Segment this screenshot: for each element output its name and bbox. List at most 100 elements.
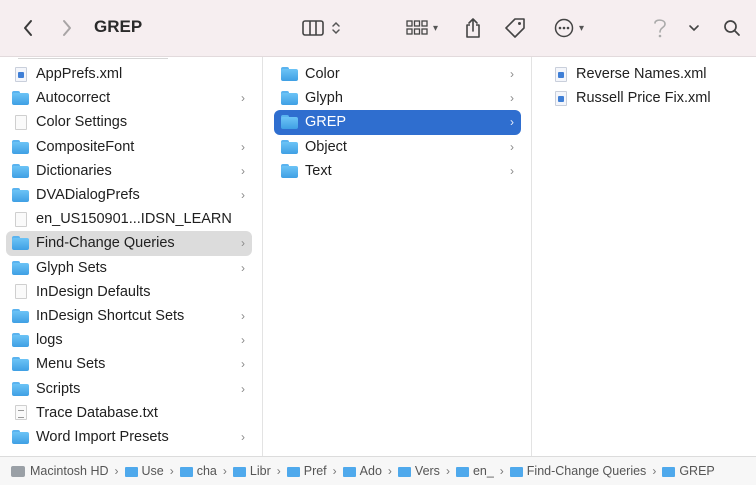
chevron-right-icon: › [241, 188, 245, 203]
path-crumb[interactable]: Use › [124, 464, 180, 478]
column-view-icon [302, 20, 324, 36]
share-button[interactable] [460, 14, 486, 42]
path-separator-icon: › [332, 464, 337, 478]
chevron-right-icon: › [241, 381, 245, 396]
list-item[interactable]: AppPrefs.xml [6, 62, 252, 86]
chevron-right-icon [63, 20, 71, 36]
xml-file-icon [555, 90, 567, 106]
folder-icon [12, 91, 29, 106]
list-item[interactable]: Dictionaries › [6, 159, 252, 183]
list-item[interactable]: Word Import Presets › [6, 425, 252, 449]
chevron-right-icon: › [510, 163, 514, 178]
list-item[interactable]: Trace Database.txt [6, 401, 252, 425]
list-item[interactable]: Glyph Sets › [6, 256, 252, 280]
path-crumb[interactable]: Vers › [397, 464, 456, 478]
list-item-selected[interactable]: Find-Change Queries › [6, 231, 252, 256]
path-crumb[interactable]: Libr › [232, 464, 287, 478]
folder-icon [281, 163, 298, 178]
chevron-right-icon: › [241, 236, 245, 251]
forward-button[interactable] [54, 14, 80, 42]
group-button[interactable]: ▾ [400, 14, 444, 42]
path-separator-icon: › [652, 464, 657, 478]
folder-icon [12, 308, 29, 323]
list-item[interactable]: Russell Price Fix.xml [546, 86, 748, 110]
folder-icon [232, 466, 246, 477]
folder-icon [12, 139, 29, 154]
list-item[interactable]: InDesign Shortcut Sets › [6, 304, 252, 328]
path-separator-icon: › [222, 464, 227, 478]
chevron-down-icon: ▾ [578, 22, 585, 34]
list-item[interactable]: Scripts › [6, 376, 252, 400]
chevron-right-icon: › [241, 357, 245, 372]
path-separator-icon: › [276, 464, 281, 478]
path-separator-icon: › [445, 464, 450, 478]
path-crumb[interactable]: Macintosh HD › [11, 464, 125, 478]
list-item[interactable]: CompositeFont › [6, 135, 252, 159]
share-icon [466, 18, 480, 38]
list-item[interactable]: DVADialogPrefs › [6, 183, 252, 207]
column-find-change-queries: Color › Glyph › GREP › Object › Text › [263, 57, 532, 456]
path-crumb[interactable]: GREP [662, 464, 715, 478]
list-item[interactable]: Text › [274, 159, 521, 183]
folder-icon [281, 139, 298, 154]
help-button[interactable] [648, 14, 672, 42]
folder-icon [12, 333, 29, 348]
chevron-right-icon: › [241, 139, 245, 154]
folder-icon [455, 466, 469, 477]
list-item[interactable]: Color Settings [6, 110, 252, 134]
list-item[interactable]: Reverse Names.xml [546, 62, 748, 86]
path-crumb[interactable]: cha › [179, 464, 233, 478]
list-item-selected[interactable]: GREP › [274, 110, 521, 135]
folder-icon [286, 466, 300, 477]
chevron-right-icon: › [241, 260, 245, 275]
path-crumb[interactable]: en_ › [455, 464, 510, 478]
view-mode-button[interactable] [298, 14, 346, 42]
path-crumb[interactable]: Find-Change Queries › [509, 464, 663, 478]
document-icon [15, 284, 27, 300]
list-item[interactable]: en_US150901...IDSN_LEARN [6, 207, 252, 231]
chevron-right-icon: › [241, 429, 245, 444]
more-actions-button[interactable]: ▾ [549, 14, 589, 42]
folder-icon [281, 91, 298, 106]
folder-icon [12, 381, 29, 396]
list-item[interactable]: Autocorrect › [6, 86, 252, 110]
chevron-right-icon: › [241, 308, 245, 323]
search-button[interactable] [720, 14, 744, 42]
list-item[interactable]: Glyph › [274, 86, 521, 110]
tag-button[interactable] [502, 14, 528, 42]
folder-icon [509, 466, 523, 477]
folder-icon [179, 466, 193, 477]
clipped-row-above [18, 57, 168, 59]
folder-icon [662, 466, 676, 477]
folder-icon [12, 357, 29, 372]
chevron-right-icon: › [241, 91, 245, 106]
tag-icon [505, 18, 525, 38]
chevron-right-icon: › [510, 115, 514, 130]
chevron-right-icon: › [241, 163, 245, 178]
search-icon [724, 20, 740, 36]
chevron-down-icon [689, 25, 699, 32]
path-crumb[interactable]: Ado › [342, 464, 398, 478]
path-crumb[interactable]: Pref › [286, 464, 343, 478]
list-item[interactable]: Object › [274, 135, 521, 159]
folder-icon [12, 188, 29, 203]
folder-icon [12, 236, 29, 251]
path-separator-icon: › [499, 464, 504, 478]
folder-icon [12, 163, 29, 178]
chevron-left-icon [24, 20, 32, 36]
list-item[interactable]: Menu Sets › [6, 352, 252, 376]
folder-icon [124, 466, 138, 477]
toolbar-overflow-button[interactable] [685, 14, 703, 42]
list-item[interactable]: InDesign Defaults [6, 280, 252, 304]
grid-icon [406, 20, 428, 35]
folder-icon [281, 115, 298, 130]
list-item[interactable]: Color › [274, 62, 521, 86]
path-separator-icon: › [114, 464, 119, 478]
list-item[interactable]: logs › [6, 328, 252, 352]
chevron-down-icon: ▾ [432, 22, 439, 34]
chevron-right-icon: › [241, 333, 245, 348]
question-mark-icon [654, 19, 666, 38]
ellipsis-icon [554, 18, 574, 38]
back-button[interactable] [15, 14, 41, 42]
folder-icon [12, 260, 29, 275]
